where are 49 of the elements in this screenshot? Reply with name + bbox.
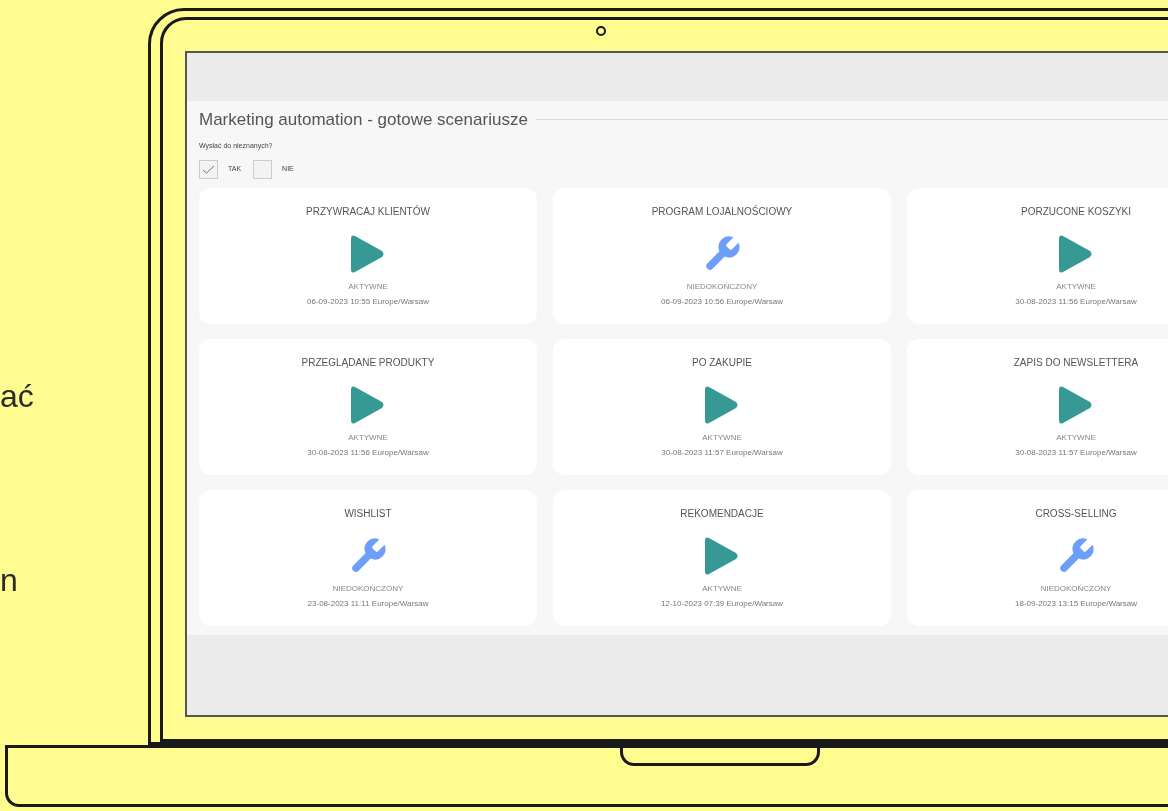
scenario-title: WISHLIST (344, 507, 392, 521)
scenario-date: 18-09-2023 13:15 Europe/Warsaw (1015, 598, 1137, 610)
scenario-status: NIEDOKOŃCZONY (1040, 583, 1112, 595)
scenario-date: 06-09-2023 10:55 Europe/Warsaw (307, 296, 429, 308)
scenario-card[interactable]: ZAPIS DO NEWSLETTERA AKTYWNE 30-08-2023 11:57 Europe/Warsaw (907, 339, 1168, 475)
scenario-title: PRZEGLĄDANE PRODUKTY (301, 356, 435, 370)
scenario-title: PO ZAKUPIE (692, 356, 752, 370)
scenario-title: REKOMENDACJE (680, 507, 764, 521)
play-icon (351, 234, 385, 274)
scenario-status: AKTYWNE (348, 432, 388, 444)
page-title: Marketing automation - gotowe scenariusze (199, 109, 528, 131)
scenario-date: 06-09-2023 10:56 Europe/Warsaw (661, 296, 783, 308)
background-text: ać (0, 380, 35, 412)
scenario-card[interactable]: PRZYWRACAJ KLIENTÓW AKTYWNE 06-09-2023 10:55 Europe/Warsaw (199, 188, 537, 324)
scenario-date: 30-08-2023 11:56 Europe/Warsaw (1015, 296, 1137, 308)
scenario-date: 30-08-2023 11:56 Europe/Warsaw (307, 447, 429, 459)
play-icon (351, 385, 385, 425)
scenario-title: PORZUCONE KOSZYKI (1021, 205, 1131, 219)
scenario-title: ZAPIS DO NEWSLETTERA (1013, 356, 1139, 370)
scenario-title: PRZYWRACAJ KLIENTÓW (306, 204, 430, 219)
scenario-status: NIEDOKOŃCZONY (686, 281, 758, 293)
camera-icon (596, 26, 606, 36)
play-icon (1059, 385, 1093, 425)
play-icon (705, 385, 739, 425)
scenario-status: AKTYWNE (1056, 281, 1096, 293)
scenario-date: 12-10-2023 07:39 Europe/Warsaw (661, 598, 783, 610)
scenario-card[interactable]: PORZUCONE KOSZYKI AKTYWNE 30-08-2023 11:56 Europe/Warsaw (907, 188, 1168, 324)
scenario-status: AKTYWNE (702, 432, 742, 444)
checkbox[interactable] (199, 160, 218, 179)
scenario-card[interactable]: PO ZAKUPIE AKTYWNE 30-08-2023 11:57 Europe/Warsaw (553, 339, 891, 475)
scenario-card[interactable]: REKOMENDACJE AKTYWNE 12-10-2023 07:39 Europe/Warsaw (553, 490, 891, 626)
scenario-title: PROGRAM LOJALNOŚCIOWY (651, 204, 793, 219)
scenario-status: AKTYWNE (1056, 432, 1096, 444)
scenario-status: AKTYWNE (348, 281, 388, 293)
scenario-card[interactable]: CROSS-SELLING NIEDOKOŃCZONY 18-09-2023 13:15 Europe/Warsaw (907, 490, 1168, 626)
play-icon (1059, 234, 1093, 274)
background-text: n (0, 564, 19, 596)
scenario-status: NIEDOKOŃCZONY (332, 583, 404, 595)
scenario-date: 23-08-2023 11:11 Europe/Warsaw (307, 598, 429, 610)
scenario-card[interactable]: WISHLIST NIEDOKOŃCZONY 23-08-2023 11:11 Europe/Warsaw (199, 490, 537, 626)
scenario-date: 30-08-2023 11:57 Europe/Warsaw (661, 447, 783, 459)
scenario-date: 30-08-2023 11:57 Europe/Warsaw (1015, 447, 1137, 459)
scenario-status: AKTYWNE (702, 583, 742, 595)
play-icon (705, 536, 739, 576)
scenario-title: CROSS-SELLING (1035, 507, 1117, 521)
scenario-card[interactable]: PROGRAM LOJALNOŚCIOWY NIEDOKOŃCZONY 06-09-2023 10:56 Europe/Warsaw (553, 188, 891, 324)
checkmark-icon (202, 165, 215, 174)
scenario-card[interactable]: PRZEGLĄDANE PRODUKTY AKTYWNE 30-08-2023 11:56 Europe/Warsaw (199, 339, 537, 475)
checkbox[interactable] (253, 160, 273, 179)
